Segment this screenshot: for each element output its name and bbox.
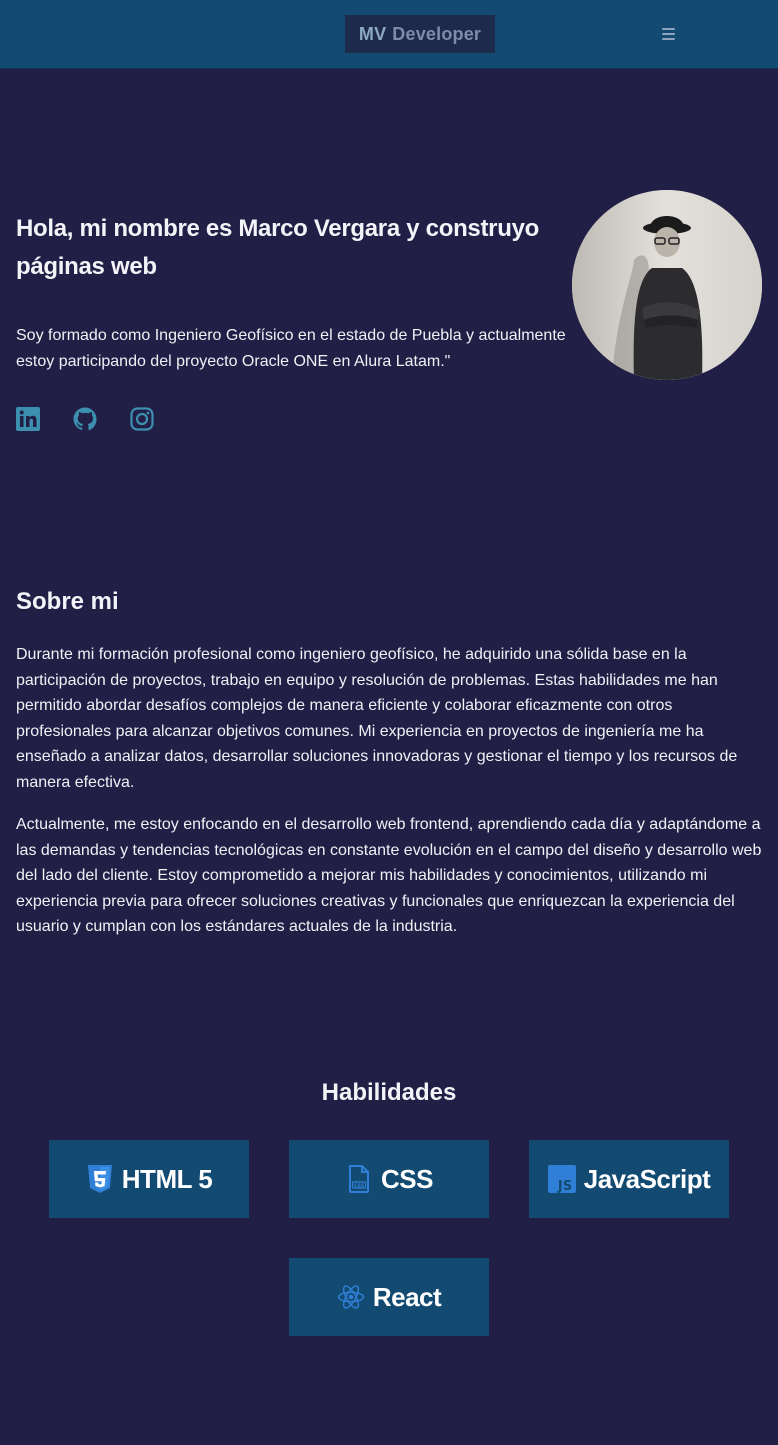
profile-photo	[572, 190, 762, 380]
hero-title: Hola, mi nombre es Marco Vergara y const…	[16, 215, 539, 280]
about-title: Sobre mi	[16, 588, 119, 615]
about-paragraph: Durante mi formación profesional como in…	[16, 646, 738, 791]
skills-title: Habilidades	[321, 1079, 457, 1106]
skill-label: React	[372, 1281, 442, 1312]
skill-label: JavaScript	[583, 1163, 711, 1194]
instagram-icon[interactable]	[130, 406, 154, 432]
logo-text: Developer	[392, 23, 482, 44]
github-icon[interactable]	[73, 406, 97, 432]
skill-card-javascript: JS JavaScript	[529, 1140, 729, 1218]
logo[interactable]: MV Developer	[345, 15, 495, 53]
svg-text:CSS: CSS	[354, 1183, 364, 1189]
social-links	[16, 406, 154, 432]
linkedin-icon[interactable]	[16, 406, 40, 432]
html5-icon	[86, 1164, 114, 1194]
svg-text:JS: JS	[557, 1179, 572, 1193]
skill-card-html5: HTML 5	[49, 1140, 249, 1218]
javascript-icon: JS	[547, 1164, 576, 1194]
top-navbar: MV Developer	[0, 0, 778, 69]
logo-initials: MV	[358, 23, 387, 44]
hero-description: Soy formado como Ingeniero Geofísico en …	[16, 327, 566, 370]
skill-label: CSS	[381, 1163, 433, 1194]
hamburger-icon[interactable]	[662, 24, 682, 44]
react-icon	[337, 1282, 365, 1312]
skill-card-css: CSS CSS	[289, 1140, 489, 1218]
skill-label: HTML 5	[121, 1163, 213, 1194]
skill-card-react: React	[289, 1258, 489, 1336]
css-file-icon: CSS	[345, 1164, 373, 1194]
about-paragraph: Actualmente, me estoy enfocando en el de…	[16, 816, 762, 936]
